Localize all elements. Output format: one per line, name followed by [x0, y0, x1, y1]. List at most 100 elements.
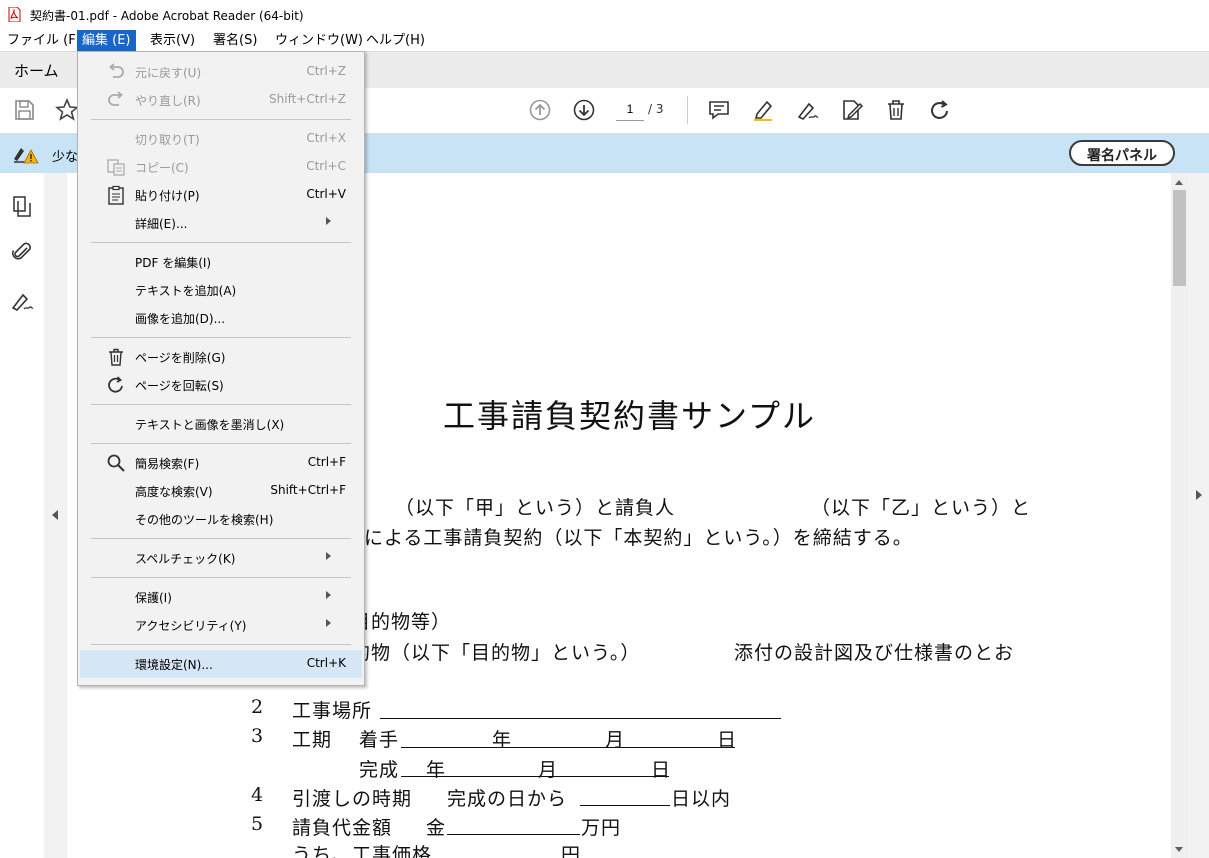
- title-bar: 契約書-01.pdf - Adobe Acrobat Reader (64-bi…: [0, 0, 1209, 30]
- menu-item-paste[interactable]: 貼り付け(P) Ctrl+V: [78, 181, 364, 209]
- underline-field: [380, 718, 781, 719]
- submenu-arrow-icon: [326, 619, 331, 627]
- menu-item-shortcut: Ctrl+Z: [306, 64, 346, 78]
- search-icon: [106, 453, 126, 473]
- undo-icon: [106, 62, 126, 82]
- menu-item-label: 高度な検索(V): [135, 485, 213, 499]
- menu-item-rotate-page[interactable]: ページを回転(S): [78, 371, 364, 399]
- edit-menu-dropdown: 元に戻す(U) Ctrl+Z やり直し(R) Shift+Ctrl+Z 切り取り…: [77, 51, 365, 686]
- menu-item-label: コピー(C): [135, 161, 189, 175]
- chevron-left-icon: [52, 510, 58, 520]
- signature-icon[interactable]: [10, 289, 34, 313]
- item-label: 引渡しの時期: [292, 788, 413, 810]
- menu-item-edit-pdf[interactable]: PDF を編集(I): [78, 248, 364, 276]
- menu-separator: [91, 443, 351, 444]
- fill-sign-icon[interactable]: [795, 98, 819, 122]
- document-text: 目的物（以下「目的物」という。）: [331, 642, 641, 664]
- menu-item-label: 詳細(E)...: [135, 217, 188, 231]
- edit-pdf-icon[interactable]: [840, 98, 864, 122]
- menu-item-find[interactable]: 簡易検索(F) Ctrl+F: [78, 449, 364, 477]
- menu-item-delete-page[interactable]: ページを削除(G): [78, 343, 364, 371]
- menu-item-copy[interactable]: コピー(C) Ctrl+C: [78, 153, 364, 181]
- item-label: 工事場所: [292, 700, 373, 722]
- paste-icon: [106, 185, 126, 205]
- document-text: （以下「甲」という）と請負人: [395, 497, 676, 519]
- scroll-thumb[interactable]: [1173, 190, 1186, 286]
- menu-view[interactable]: 表示(V): [145, 30, 200, 51]
- menu-item-label: 保護(I): [135, 591, 172, 605]
- menu-item-spell-check[interactable]: スペルチェック(K): [78, 544, 364, 572]
- menu-separator: [91, 577, 351, 578]
- document-text: 日以内: [671, 788, 732, 810]
- document-text: 金: [426, 817, 447, 839]
- page-number-input[interactable]: [616, 98, 644, 121]
- menu-item-protection[interactable]: 保護(I): [78, 583, 364, 611]
- menu-item-preferences[interactable]: 環境設定(N)... Ctrl+K: [80, 650, 362, 678]
- menu-item-advanced-search[interactable]: 高度な検索(V) Shift+Ctrl+F: [78, 477, 364, 505]
- comment-icon[interactable]: [707, 98, 731, 122]
- scroll-up-icon[interactable]: [1175, 180, 1183, 185]
- previous-page-icon[interactable]: [528, 98, 552, 122]
- underline-field: [401, 747, 735, 748]
- menu-item-search-tools[interactable]: その他のツールを検索(H): [78, 505, 364, 533]
- page-thumbnails-icon[interactable]: [10, 195, 34, 219]
- menu-item-redo[interactable]: やり直し(R) Shift+Ctrl+Z: [78, 86, 364, 114]
- tab-home[interactable]: ホーム: [14, 60, 59, 81]
- menu-item-label: 環境設定(N)...: [135, 658, 213, 672]
- rotate-icon: [106, 375, 126, 395]
- save-icon[interactable]: [12, 98, 36, 122]
- menu-item-shortcut: Ctrl+V: [306, 187, 346, 201]
- submenu-arrow-icon: [326, 552, 331, 560]
- left-rail: [0, 173, 45, 858]
- menu-item-add-text[interactable]: テキストを追加(A): [78, 276, 364, 304]
- document-title: 工事請負契約書サンプル: [443, 397, 817, 435]
- rotate-icon[interactable]: [928, 98, 952, 122]
- item-number: 3: [251, 725, 265, 747]
- notice-text: 少な: [52, 150, 79, 165]
- menu-item-label: テキストと画像を墨消し(X): [135, 418, 285, 432]
- window-title: 契約書-01.pdf - Adobe Acrobat Reader (64-bi…: [30, 9, 304, 23]
- redo-icon: [106, 90, 126, 110]
- menu-sign[interactable]: 署名(S): [208, 30, 262, 51]
- menu-item-label: ページを回転(S): [135, 379, 224, 393]
- document-text: 完成の日から: [447, 788, 568, 810]
- menu-separator: [91, 337, 351, 338]
- copy-icon: [106, 157, 126, 177]
- menu-item-more[interactable]: 詳細(E)...: [78, 209, 364, 237]
- document-text: 年: [426, 759, 447, 781]
- star-icon[interactable]: [54, 97, 80, 122]
- menu-item-label: ページを削除(G): [135, 351, 226, 365]
- menu-item-shortcut: Ctrl+X: [306, 131, 346, 145]
- menu-window[interactable]: ウィンドウ(W): [270, 30, 368, 51]
- sign-panel-button[interactable]: 署名パネル: [1069, 140, 1175, 166]
- next-page-icon[interactable]: [572, 98, 596, 122]
- document-text: 完成: [359, 759, 400, 781]
- menu-item-shortcut: Ctrl+F: [307, 455, 346, 469]
- document-text: 円: [561, 844, 582, 858]
- menu-item-undo[interactable]: 元に戻す(U) Ctrl+Z: [78, 58, 364, 86]
- highlight-icon[interactable]: [751, 98, 775, 122]
- menu-item-label: 切り取り(T): [135, 133, 200, 147]
- menu-separator: [91, 242, 351, 243]
- menu-item-redact[interactable]: テキストと画像を墨消し(X): [78, 410, 364, 438]
- delete-icon[interactable]: [884, 98, 908, 122]
- document-text: （以下「乙」という）と: [811, 497, 1032, 519]
- menu-help[interactable]: ヘルプ(H): [361, 30, 430, 51]
- menu-file[interactable]: ファイル (F): [2, 30, 86, 51]
- attachment-icon[interactable]: [10, 240, 34, 264]
- menu-item-shortcut: Ctrl+K: [306, 656, 346, 670]
- right-panel-toggle[interactable]: [1188, 173, 1209, 858]
- left-panel-toggle[interactable]: [44, 173, 67, 858]
- document-text: 着手: [359, 729, 400, 751]
- menu-item-cut[interactable]: 切り取り(T) Ctrl+X: [78, 125, 364, 153]
- menu-edit[interactable]: 編集 (E): [77, 30, 136, 51]
- document-text: 月: [538, 759, 559, 781]
- underline-field: [401, 776, 669, 777]
- menu-separator: [91, 538, 351, 539]
- acrobat-pdf-icon: [8, 6, 21, 23]
- underline-field: [580, 805, 670, 806]
- scroll-down-icon[interactable]: [1175, 847, 1183, 852]
- menu-item-accessibility[interactable]: アクセシビリティ(Y): [78, 611, 364, 639]
- menu-bar: ファイル (F) 編集 (E) 表示(V) 署名(S) ウィンドウ(W) ヘルプ…: [0, 30, 1209, 51]
- menu-item-add-image[interactable]: 画像を追加(D)...: [78, 304, 364, 332]
